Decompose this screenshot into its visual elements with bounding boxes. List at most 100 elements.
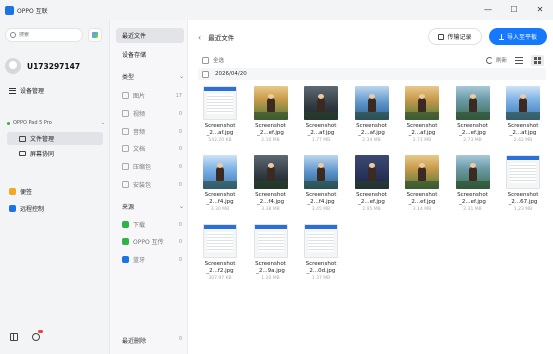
online-dot-icon — [7, 121, 10, 125]
thumbnail-ui-lines — [207, 94, 233, 114]
search-box[interactable] — [5, 28, 83, 42]
file-tile[interactable]: Screenshot _2...ef.jpg 2.95 MB — [350, 155, 394, 215]
app-title: OPPO 互联 — [17, 7, 48, 15]
file-tile[interactable]: Screenshot _2...af.jpg 2.71 MB — [400, 86, 444, 146]
category-images[interactable]: 图片 17 — [122, 91, 182, 100]
category-audio[interactable]: 音频 0 — [122, 127, 182, 136]
nav-device-storage[interactable]: 设备存储 — [116, 47, 184, 62]
sidebar-item-screen-collab[interactable]: 屏幕协同 — [7, 147, 103, 160]
category-count: 0 — [178, 110, 182, 117]
close-button[interactable]: ✕ — [527, 0, 553, 20]
select-all-checkbox[interactable] — [202, 56, 209, 64]
notes-icon — [9, 188, 16, 195]
file-tile[interactable]: Screenshot _2...ef.jpg 3.14 MB — [400, 155, 444, 215]
file-toolbar: 全选 刷新 — [202, 54, 544, 66]
date-group-checkbox[interactable] — [202, 70, 209, 78]
file-tile[interactable]: Screenshot _2...67.jpg 1.23 MB — [501, 155, 545, 215]
screen-icon — [19, 151, 26, 156]
file-tile[interactable]: Screenshot _2...af.jpg 1.77 MB — [299, 86, 343, 146]
list-view-icon[interactable] — [515, 56, 523, 64]
source-bluetooth[interactable]: 蓝牙 0 — [122, 255, 182, 264]
file-tile[interactable]: Screenshot _2...ef.jpg 2.31 MB — [451, 155, 495, 215]
file-tile[interactable]: Screenshot _2...9a.jpg 1.20 MB — [249, 224, 293, 284]
file-name-line2: _2...0d.jpg — [306, 267, 336, 274]
file-tile[interactable]: Screenshot _2...ef.jpg 2.10 MB — [249, 86, 293, 146]
file-tile[interactable]: Screenshot _2...0d.jpg 1.37 MB — [299, 224, 343, 284]
file-tile[interactable]: Screenshot _2...af.jpg 542.20 KB — [198, 86, 242, 146]
maximize-button[interactable]: ☐ — [501, 0, 527, 20]
app-logo: OPPO 互联 — [5, 5, 48, 15]
file-tile[interactable]: Screenshot _2...ef.jpg 2.73 MB — [451, 86, 495, 146]
file-tile[interactable]: Screenshot _2...f2.jpg 307.97 KB — [198, 224, 242, 284]
transfer-history-button[interactable]: 传输记录 — [428, 28, 482, 45]
thumbnail-figure — [468, 163, 477, 181]
back-icon[interactable]: ‹ — [198, 33, 201, 42]
import-to-tablet-button[interactable]: 导入至平板 — [489, 28, 547, 45]
file-size: 3.38 MB — [261, 207, 280, 212]
file-content: ‹ 最近文件 传输记录 导入至平板 全选 刷新 2026/04/20 Scree… — [188, 20, 553, 354]
panel-toggle-icon[interactable] — [10, 333, 18, 341]
source-count: 0 — [178, 238, 182, 245]
file-name-line2: _2...f4.jpg — [256, 198, 285, 205]
file-name: Screenshot _2...f4.jpg — [198, 192, 242, 205]
file-thumbnail — [253, 224, 288, 258]
file-size: 1.37 MB — [311, 276, 331, 281]
file-tile[interactable]: Screenshot _2...f4.jpg 3.38 MB — [249, 155, 293, 215]
nav-recent-files[interactable]: 最近文件 — [116, 28, 184, 43]
page-title: 最近文件 — [208, 34, 235, 42]
thumbnail-figure — [266, 94, 275, 112]
sidebar-item-notes[interactable]: 便签 — [9, 187, 32, 196]
category-label: 视频 — [133, 111, 146, 118]
file-size: 542.20 KB — [208, 138, 232, 143]
file-name-line2: _2...af.jpg — [509, 129, 537, 136]
oppo-share-icon — [122, 238, 129, 245]
file-tile[interactable]: Screenshot _2...af.jpg 2.42 MB — [501, 86, 545, 146]
type-section-header[interactable]: 类型 ⌄ — [122, 72, 184, 81]
file-tile[interactable]: Screenshot _2...f4.jpg 3.45 MB — [299, 155, 343, 215]
file-name: Screenshot _2...ef.jpg — [249, 123, 293, 136]
gear-icon[interactable] — [32, 330, 43, 341]
thumbnail-ui-lines — [308, 232, 334, 252]
file-thumbnail — [304, 155, 338, 189]
file-name: Screenshot _2...af.jpg — [400, 123, 444, 136]
category-label: 图片 — [133, 93, 146, 100]
device-manage-label: 设备管理 — [20, 88, 45, 95]
recently-deleted[interactable]: 最近删除 0 — [122, 336, 182, 345]
category-archives[interactable]: 压缩包 0 — [122, 162, 182, 171]
category-apks[interactable]: 安装包 0 — [122, 180, 182, 189]
thumbnail-ground — [506, 112, 540, 120]
user-profile[interactable]: U173297147 — [5, 58, 80, 74]
category-documents[interactable]: 文档 0 — [122, 144, 182, 153]
archive-icon — [122, 163, 129, 170]
file-name-line2: _2...f4.jpg — [206, 198, 234, 205]
file-name: Screenshot _2...ef.jpg — [451, 123, 495, 136]
sidebar-item-remote[interactable]: 远程控制 — [9, 204, 44, 213]
minimize-button[interactable]: — — [475, 0, 501, 20]
folder-icon — [19, 135, 26, 142]
search-input[interactable] — [19, 32, 77, 38]
source-download[interactable]: 下载 0 — [122, 220, 182, 229]
thumbnail-figure — [317, 163, 325, 181]
refresh-button[interactable]: 刷新 — [485, 56, 507, 64]
file-name-line2: _2...ef.jpg — [358, 198, 385, 205]
file-tile[interactable]: Screenshot _2...f4.jpg 3.30 MB — [198, 155, 242, 215]
source-count: 0 — [178, 256, 182, 263]
thumbnail-figure — [519, 94, 527, 112]
file-name-line1: Screenshot — [255, 123, 286, 129]
file-tile[interactable]: Screenshot _2...af.jpg 2.34 MB — [350, 86, 394, 146]
thumbnail-ui-lines — [257, 232, 284, 252]
device-manage-item[interactable]: 设备管理 — [9, 86, 44, 95]
device-selector[interactable]: OPPO Pad 5 Pro ⌄ — [7, 120, 105, 126]
source-count: 0 — [178, 221, 182, 228]
apps-button[interactable] — [88, 28, 102, 42]
source-oppo-share[interactable]: OPPO 互传 0 — [122, 237, 182, 246]
grid-view-button[interactable] — [531, 54, 544, 66]
file-thumbnail — [203, 86, 237, 120]
category-videos[interactable]: 视频 0 — [122, 109, 182, 118]
file-size: 1.77 MB — [311, 138, 331, 143]
file-name-line2: _2...af.jpg — [307, 129, 335, 136]
sidebar-item-file-manage[interactable]: 文件管理 — [7, 132, 103, 145]
thumbnail-ui-bar — [254, 225, 287, 229]
date-label: 2026/04/20 — [215, 71, 247, 77]
source-section-header[interactable]: 来源 ⌄ — [122, 202, 184, 211]
